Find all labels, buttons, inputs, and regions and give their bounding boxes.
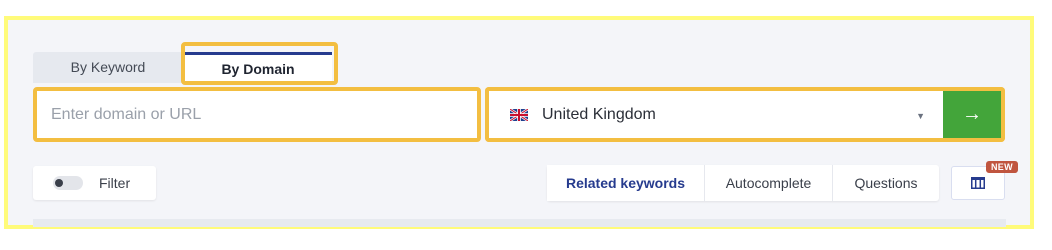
domain-input[interactable] [33,87,481,142]
chevron-down-icon: ▼ [916,111,925,121]
tab-questions[interactable]: Questions [833,165,939,201]
filter-label: Filter [99,175,131,191]
toggle-knob [55,179,63,187]
filter-toggle[interactable]: Filter [33,166,156,200]
toggle-switch[interactable] [53,176,83,190]
submit-button[interactable]: → [943,91,1001,138]
results-header-strip [33,219,1006,227]
tab-by-domain[interactable]: By Domain [184,52,332,83]
keyword-mode-switch: Related keywords Autocomplete Questions [547,165,939,201]
tab-autocomplete[interactable]: Autocomplete [705,165,833,201]
new-badge: NEW [986,161,1018,173]
arrow-right-icon: → [962,103,982,125]
search-row: United Kingdom ▼ → [33,87,1005,142]
country-select[interactable]: United Kingdom ▼ [485,87,943,142]
tab-related-keywords[interactable]: Related keywords [547,165,705,201]
table-columns-icon [971,177,985,189]
submit-wrapper: → [943,87,1005,142]
country-label: United Kingdom [542,105,656,123]
tab-by-keyword[interactable]: By Keyword [33,52,183,83]
uk-flag-icon [510,108,528,121]
